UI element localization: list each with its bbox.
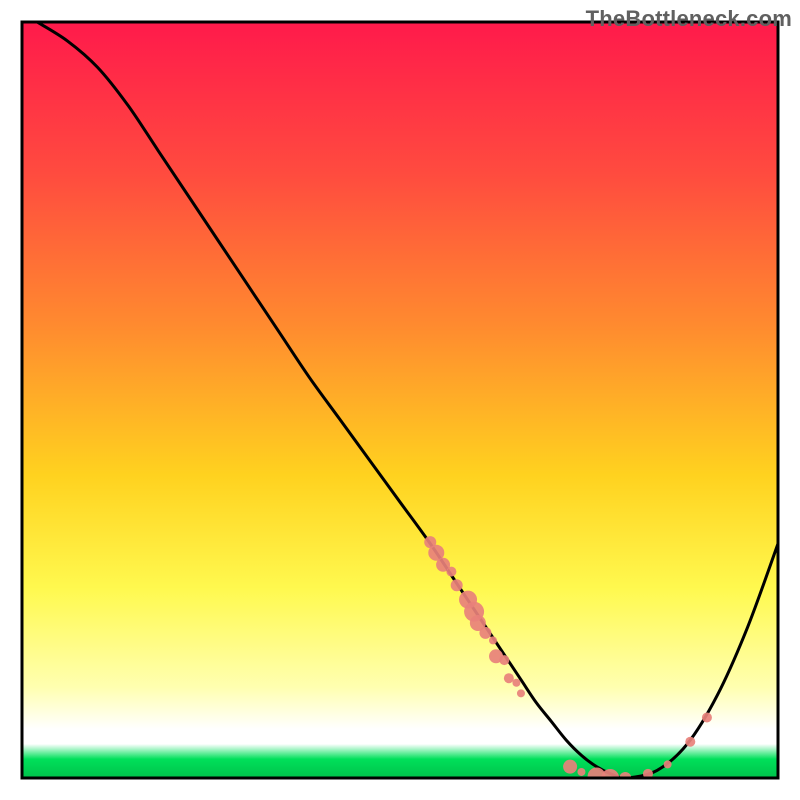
bottleneck-chart xyxy=(0,0,800,800)
data-point xyxy=(512,679,520,687)
gradient-background xyxy=(22,22,778,778)
plot-area xyxy=(22,22,778,787)
data-point xyxy=(664,760,672,768)
data-point xyxy=(702,713,712,723)
data-point xyxy=(517,689,525,697)
data-point xyxy=(563,760,577,774)
watermark-text: TheBottleneck.com xyxy=(586,6,792,32)
data-point xyxy=(685,737,695,747)
data-point xyxy=(446,567,456,577)
data-point xyxy=(499,655,509,665)
chart-container: TheBottleneck.com xyxy=(0,0,800,800)
data-point xyxy=(489,636,497,644)
data-point xyxy=(451,579,463,591)
data-point xyxy=(577,768,585,776)
data-point xyxy=(479,627,491,639)
data-point xyxy=(504,673,514,683)
